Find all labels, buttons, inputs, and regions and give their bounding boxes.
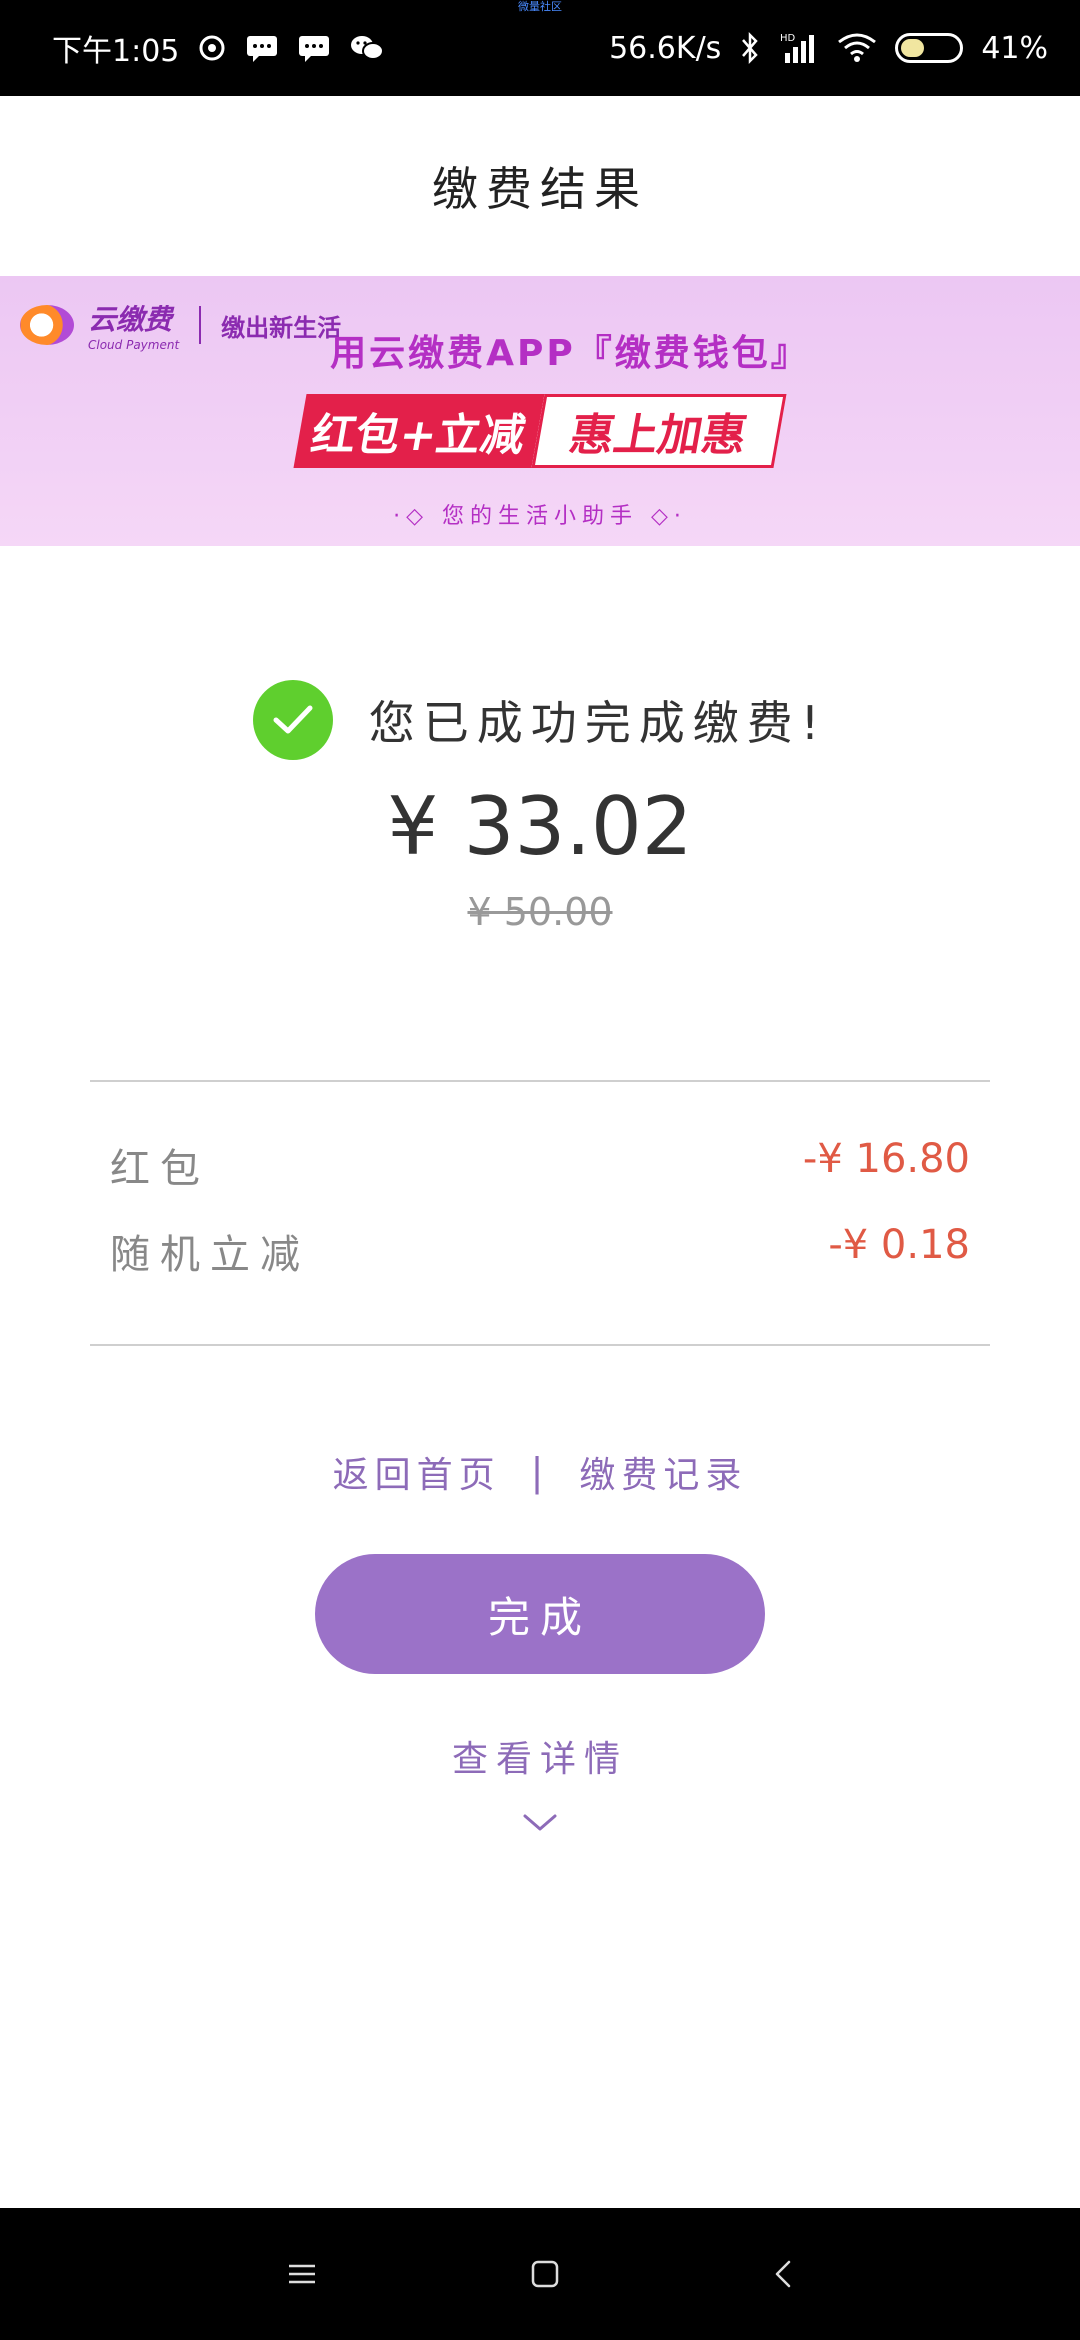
divider-bottom <box>90 1344 990 1346</box>
banner-headline: 用云缴费APP『缴费钱包』 <box>330 333 810 374</box>
success-check-icon <box>252 680 333 760</box>
discount-label: 红包 <box>110 1146 210 1192</box>
success-row: 您已成功完成缴费! <box>0 680 1080 760</box>
wechat-icon <box>349 33 385 63</box>
back-home-link[interactable]: 返回首页 <box>333 1446 501 1498</box>
battery-percent: 41% <box>981 30 1048 66</box>
network-speed: 56.6K/s <box>609 30 722 66</box>
link-separator: | <box>530 1450 550 1494</box>
battery-icon <box>895 33 964 63</box>
promo-right: 惠上加惠 <box>531 394 787 468</box>
hd-signal-icon: HD <box>779 31 819 65</box>
chevron-down-icon[interactable] <box>518 1808 562 1838</box>
status-right: 56.6K/s HD 41% <box>609 31 1048 66</box>
done-button[interactable]: 完成 <box>315 1554 765 1674</box>
payment-records-link[interactable]: 缴费记录 <box>579 1446 747 1498</box>
top-hint: 微量社区 <box>518 0 562 13</box>
divider-top <box>90 1080 990 1082</box>
original-amount: ¥ 50.00 <box>467 890 613 934</box>
promo-banner[interactable]: 云缴费 Cloud Payment 缴出新生活 用云缴费APP『缴费钱包』 红包… <box>0 276 1080 546</box>
discount-value: -¥ 16.80 <box>802 1136 970 1182</box>
promo-left: 红包+立减 <box>293 394 545 468</box>
back-icon[interactable] <box>773 2259 793 2289</box>
banner-promo: 红包+立减 惠上加惠 <box>293 394 787 468</box>
menu-icon[interactable] <box>287 2262 317 2286</box>
sms-icon <box>245 33 279 63</box>
status-bar: 下午1:05 56.6K/s HD 41% <box>0 0 1080 96</box>
action-links: 返回首页 | 缴费记录 <box>0 1446 1080 1498</box>
status-left: 下午1:05 <box>52 26 385 70</box>
netease-music-icon <box>197 33 227 63</box>
banner-tagline: ·◇ 您的生活小助手 ◇· <box>393 504 687 529</box>
bluetooth-icon <box>739 31 761 65</box>
svg-text:HD: HD <box>780 33 796 44</box>
page-title: 缴费结果 <box>432 162 648 216</box>
view-details-link[interactable]: 查看详情 <box>0 1730 1080 1782</box>
home-icon[interactable] <box>530 2259 560 2289</box>
paid-amount: ¥ 33.02 <box>387 780 693 873</box>
system-navbar <box>0 2208 1080 2340</box>
sms-icon <box>297 33 331 63</box>
status-time: 下午1:05 <box>52 34 180 69</box>
discount-label: 随机立减 <box>110 1232 310 1278</box>
discount-value: -¥ 0.18 <box>828 1222 970 1268</box>
battery-fill <box>901 39 925 57</box>
discount-row: 红包 -¥ 16.80 <box>110 1136 970 1194</box>
wifi-icon <box>837 32 877 64</box>
discount-row: 随机立减 -¥ 0.18 <box>110 1222 970 1280</box>
success-message: 您已成功完成缴费! <box>368 696 828 750</box>
